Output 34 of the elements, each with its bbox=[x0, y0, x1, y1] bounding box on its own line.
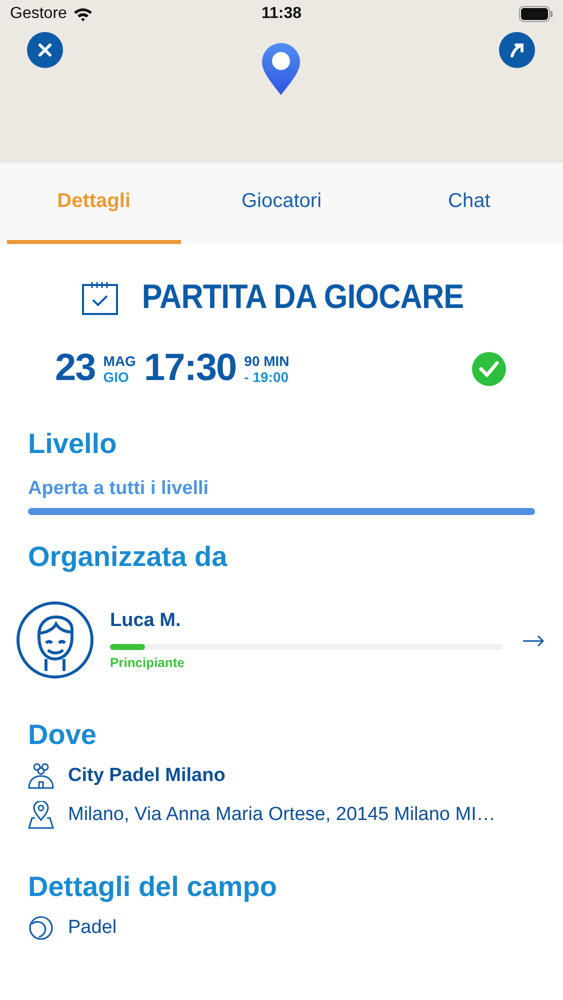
venue-icon bbox=[28, 763, 54, 789]
match-end-time: - 19:00 bbox=[244, 368, 290, 384]
section-heading: Organizzata da bbox=[28, 541, 228, 573]
tab[interactable]: Chat bbox=[382, 163, 556, 244]
match-title: PARTITA DA GIOCARE bbox=[142, 278, 464, 317]
tab[interactable]: Giocatori bbox=[194, 163, 368, 244]
open-directions-button[interactable] bbox=[499, 32, 535, 68]
section-heading: Livello bbox=[28, 428, 118, 460]
section-heading: Dove bbox=[28, 719, 98, 751]
match-month: MAG bbox=[103, 352, 136, 368]
arrow-right-icon[interactable] bbox=[523, 635, 545, 647]
map-location-icon bbox=[28, 801, 54, 829]
organizer-name: Luca M. bbox=[110, 610, 182, 632]
match-day: 23 bbox=[55, 347, 96, 390]
calendar-check-icon bbox=[82, 280, 118, 314]
match-start-time: 17:30 bbox=[144, 347, 236, 390]
venue-address: Milano, Via Anna Maria Ortese, 20145 Milano MI… bbox=[68, 804, 496, 826]
status-time: 11:38 bbox=[261, 5, 302, 23]
skill-label: Principiante bbox=[110, 655, 186, 670]
wifi-icon bbox=[72, 6, 93, 22]
close-button[interactable] bbox=[27, 32, 63, 68]
venue-name: City Padel Milano bbox=[68, 765, 226, 787]
match-weekday: GIO bbox=[103, 368, 130, 384]
carrier-name: Gestore bbox=[10, 5, 67, 23]
map-pin-icon bbox=[261, 42, 301, 95]
battery-icon bbox=[519, 6, 553, 22]
level-label: Aperta a tutti i livelli bbox=[28, 478, 210, 500]
close-icon bbox=[37, 42, 53, 58]
sport-name: Padel bbox=[68, 917, 117, 939]
section-heading: Dettagli del campo bbox=[28, 871, 278, 903]
ring-icon bbox=[28, 915, 54, 941]
avatar-icon bbox=[16, 601, 94, 679]
match-duration: 90 MIN bbox=[244, 352, 290, 368]
arrow-icon bbox=[508, 41, 526, 59]
